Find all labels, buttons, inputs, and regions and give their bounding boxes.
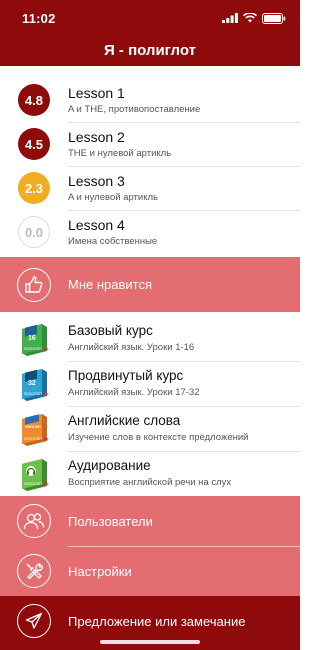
lesson-text: Lesson 3 A и нулевой артикль	[68, 173, 158, 204]
course-item-advanced[interactable]: 32 ПОЛИГЛОТ Продвинутый курс Английский …	[0, 361, 300, 406]
status-bar: 11:02	[0, 0, 300, 36]
menu-item-users[interactable]: Пользователи	[0, 496, 300, 546]
app-header: 11:02 Я - полиглот	[0, 0, 300, 66]
book-caption: ПОЛИГЛОТ	[24, 392, 42, 396]
lesson-subtitle: A и нулевой артикль	[68, 191, 158, 203]
thumbs-up-icon	[17, 267, 51, 302]
lesson-text: Lesson 2 THE и нулевой артикль	[68, 129, 171, 160]
book-blue-icon: 32 ПОЛИГЛОТ	[22, 368, 49, 401]
lesson-subtitle: Имена собственные	[68, 235, 158, 247]
course-title: Базовый курс	[68, 323, 153, 338]
feedback-label: Предложение или замечание	[68, 613, 246, 629]
book-label: 16	[28, 335, 36, 342]
course-subtitle: Изучение слов в контексте предложений	[68, 432, 249, 443]
lesson-title: Lesson 3	[68, 172, 125, 189]
book-caption: ПОЛИГЛОТ	[24, 437, 42, 441]
course-item-words[interactable]: ENGLISH ПОЛИГЛОТ Английские слова Изучен…	[0, 406, 300, 451]
status-time: 11:02	[22, 10, 56, 26]
book-headphones-icon: ПОЛИГЛОТ	[22, 458, 49, 491]
book-label: 32	[28, 380, 36, 387]
lesson-item-3[interactable]: 2.3 Lesson 3 A и нулевой артикль	[0, 166, 300, 210]
book-orange-icon: ENGLISH ПОЛИГЛОТ	[22, 413, 49, 446]
battery-icon	[262, 12, 286, 24]
signal-icon	[222, 13, 238, 23]
feedback-bar: Предложение или замечание	[0, 596, 300, 650]
rating-badge: 2.3	[18, 172, 50, 204]
book-green-icon: 16 ПОЛИГЛОТ	[22, 323, 49, 356]
like-button[interactable]: Мне нравится	[0, 257, 300, 312]
rating-badge: 4.5	[18, 128, 50, 160]
lesson-item-4[interactable]: 0.0 Lesson 4 Имена собственные	[0, 210, 300, 254]
lesson-list: 4.8 Lesson 1 A и THE, противопоставление…	[0, 78, 300, 254]
feedback-button[interactable]: Предложение или замечание	[0, 596, 300, 646]
lesson-item-1[interactable]: 4.8 Lesson 1 A и THE, противопоставление	[0, 78, 300, 122]
menu-label: Настройки	[68, 563, 132, 579]
users-icon	[17, 504, 51, 538]
book-caption: ПОЛИГЛОТ	[24, 482, 42, 486]
lesson-subtitle: A и THE, противопоставление	[68, 103, 201, 115]
course-title: Английские слова	[68, 413, 181, 428]
home-indicator[interactable]	[100, 640, 200, 644]
course-title: Аудирование	[68, 458, 151, 473]
like-band: Мне нравится	[0, 257, 300, 312]
course-subtitle: Английский язык. Уроки 17-32	[68, 387, 200, 398]
book-caption: ПОЛИГЛОТ	[24, 347, 42, 351]
course-subtitle: Восприятие английской речи на слух	[68, 477, 232, 488]
rating-badge: 4.8	[18, 84, 50, 116]
lesson-item-2[interactable]: 4.5 Lesson 2 THE и нулевой артикль	[0, 122, 300, 166]
course-text: Английские слова Изучение слов в контекс…	[68, 413, 248, 444]
rating-badge: 0.0	[18, 216, 50, 248]
course-subtitle: Английский язык. Уроки 1-16	[68, 342, 195, 353]
page-title: Я - полиглот	[103, 42, 197, 59]
menu-item-settings[interactable]: Настройки	[0, 546, 300, 596]
status-icons	[222, 12, 286, 24]
course-item-basic[interactable]: 16 ПОЛИГЛОТ Базовый курс Английский язык…	[0, 316, 300, 361]
book-label: ENGLISH	[26, 425, 42, 429]
lesson-text: Lesson 1 A и THE, противопоставление	[68, 85, 200, 116]
settings-tools-icon	[17, 554, 51, 588]
like-label: Мне нравится	[68, 277, 153, 292]
lesson-title: Lesson 2	[68, 128, 125, 145]
lesson-title: Lesson 4	[68, 216, 125, 233]
lesson-title: Lesson 1	[68, 84, 125, 101]
course-text: Продвинутый курс Английский язык. Уроки …	[68, 368, 200, 399]
menu-band: Пользователи Настройки	[0, 496, 300, 596]
course-text: Базовый курс Английский язык. Уроки 1-16	[68, 323, 194, 354]
course-text: Аудирование Восприятие английской речи н…	[68, 458, 231, 489]
paper-plane-icon	[17, 604, 51, 638]
course-title: Продвинутый курс	[68, 368, 184, 383]
course-item-listening[interactable]: ПОЛИГЛОТ Аудирование Восприятие английск…	[0, 451, 300, 496]
course-list: 16 ПОЛИГЛОТ Базовый курс Английский язык…	[0, 316, 300, 496]
lesson-subtitle: THE и нулевой артикль	[68, 147, 172, 159]
wifi-icon	[243, 13, 257, 23]
menu-label: Пользователи	[68, 513, 153, 529]
lesson-text: Lesson 4 Имена собственные	[68, 217, 157, 248]
